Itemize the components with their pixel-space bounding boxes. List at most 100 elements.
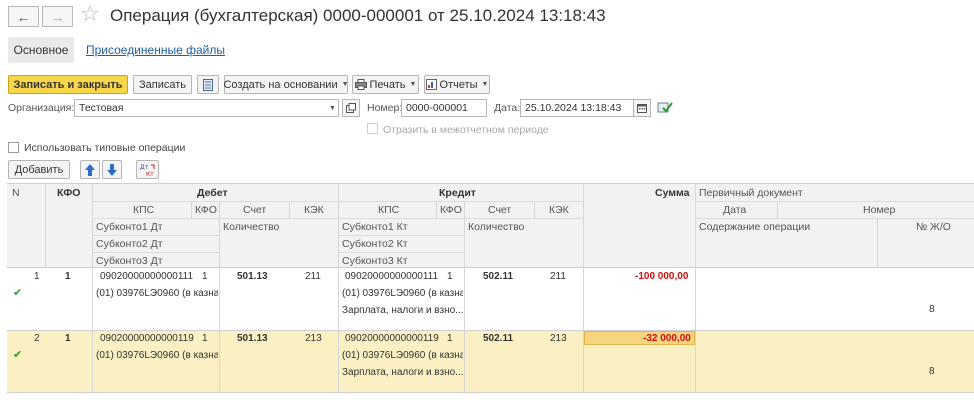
col-sub2-dt-header[interactable]: Субконто2 Дт xyxy=(96,238,163,250)
row-kt-sub1: (01) 03976LЭ0960 (в казна... xyxy=(342,350,463,361)
col-dt-account-header[interactable]: Счет xyxy=(243,204,266,216)
col-content-header[interactable]: Содержание операции xyxy=(699,221,810,233)
calendar-icon xyxy=(637,104,647,113)
calendar-button[interactable] xyxy=(633,99,651,117)
check-mark-button[interactable] xyxy=(657,100,673,117)
chevron-down-icon: ▼ xyxy=(409,81,417,88)
create-based-on-button[interactable]: Создать на основании ▼ xyxy=(223,75,349,94)
posted-check-icon: ✔ xyxy=(13,287,23,299)
typical-operations-checkbox[interactable] xyxy=(8,142,19,153)
print-button[interactable]: Печать ▼ xyxy=(352,75,419,94)
col-sub2-kt-header[interactable]: Субконто2 Кт xyxy=(342,238,408,250)
organization-input[interactable]: Тестовая xyxy=(74,99,339,117)
col-dt-kek-header[interactable]: КЭК xyxy=(304,204,324,216)
svg-text:Дт: Дт xyxy=(140,164,149,171)
col-date-header[interactable]: Дата xyxy=(723,204,746,216)
row-kt-sub2: Зарплата, налоги и взно... xyxy=(342,305,463,316)
col-debit-header[interactable]: Дебет xyxy=(197,187,228,199)
row-dt-kps: 09020000000000111 xyxy=(100,271,194,282)
print-label: Печать xyxy=(369,78,406,91)
posting-check-icon xyxy=(657,102,673,113)
posted-check-icon: ✔ xyxy=(13,349,23,361)
col-kt-kps-header[interactable]: КПС xyxy=(378,204,399,216)
number-input[interactable]: 0000-000001 xyxy=(401,99,487,117)
printer-icon xyxy=(354,79,367,90)
row-kt-account: 502.11 xyxy=(483,271,514,282)
svg-text:Кт: Кт xyxy=(146,171,154,177)
col-kt-qty-header[interactable]: Количество xyxy=(468,221,524,233)
col-kt-account-header[interactable]: Счет xyxy=(488,204,511,216)
chevron-down-icon: ▼ xyxy=(341,81,349,88)
row-dt-kek: 213 xyxy=(305,333,322,344)
row-n: 1 xyxy=(34,271,40,282)
back-button[interactable]: ← xyxy=(8,6,39,27)
list-icon xyxy=(203,78,213,91)
list-button[interactable] xyxy=(197,75,219,94)
number-label: Номер: xyxy=(367,102,403,114)
arrow-right-icon: → xyxy=(50,8,65,25)
col-journal-header[interactable]: № Ж/О xyxy=(916,221,951,233)
col-primary-doc-header[interactable]: Первичный документ xyxy=(699,187,803,199)
organization-dropdown-button[interactable]: ▼ xyxy=(325,99,340,117)
col-n-header[interactable]: N xyxy=(12,187,20,199)
swap-debit-credit-button[interactable]: Дт Кт xyxy=(136,160,159,179)
date-value: 25.10.2024 13:18:43 xyxy=(525,102,622,114)
dt-kt-swap-icon: Дт Кт xyxy=(140,164,154,177)
col-dt-kps-header[interactable]: КПС xyxy=(133,204,154,216)
row-kt-kps: 09020000000000119 xyxy=(345,333,439,344)
row-dt-kek: 211 xyxy=(305,271,321,282)
col-dt-kfo-header[interactable]: КФО xyxy=(195,204,217,216)
date-input[interactable]: 25.10.2024 13:18:43 xyxy=(520,99,634,117)
col-sub1-dt-header[interactable]: Субконто1 Дт xyxy=(96,221,163,233)
col-credit-header[interactable]: Кредит xyxy=(439,187,476,199)
report-icon xyxy=(425,79,437,90)
star-icon[interactable]: ☆ xyxy=(80,3,100,25)
row-sum: -32 000,00 xyxy=(643,333,691,344)
col-kfo-header[interactable]: КФО xyxy=(57,187,80,199)
col-sub3-dt-header[interactable]: Субконто3 Дт xyxy=(96,255,163,267)
row-kt-kfo: 1 xyxy=(447,333,453,344)
interbranch-label: Отразить в межотчетном периоде xyxy=(383,124,549,136)
row-kt-kfo: 1 xyxy=(447,271,453,282)
organization-value: Тестовая xyxy=(79,102,124,114)
add-button[interactable]: Добавить xyxy=(8,160,70,179)
row-kt-account: 502.11 xyxy=(483,333,514,344)
row-dt-kps: 09020000000000119 xyxy=(100,333,194,344)
move-up-button[interactable] xyxy=(80,160,100,179)
row-kt-kek: 211 xyxy=(550,271,566,282)
row-journal-no: 8 xyxy=(929,366,935,377)
tab-attached-files[interactable]: Присоединенные файлы xyxy=(86,43,225,57)
row-dt-sub1: (01) 03976LЭ0960 (в казна... xyxy=(96,288,218,299)
tab-main[interactable]: Основное xyxy=(8,37,74,63)
row-kfo: 1 xyxy=(65,271,71,282)
col-dt-qty-header[interactable]: Количество xyxy=(223,221,279,233)
move-down-button[interactable] xyxy=(102,160,122,179)
row-journal-no: 8 xyxy=(929,304,935,315)
arrow-down-icon xyxy=(107,163,117,176)
reports-label: Отчеты xyxy=(439,78,478,91)
chevron-down-icon: ▼ xyxy=(481,81,489,88)
col-sub1-kt-header[interactable]: Субконто1 Кт xyxy=(342,221,408,233)
typical-operations-label: Использовать типовые операции xyxy=(24,142,186,154)
row-kt-kps: 09020000000000111 xyxy=(345,271,439,282)
forward-button[interactable]: → xyxy=(42,6,73,27)
reports-button[interactable]: Отчеты ▼ xyxy=(424,75,490,94)
organization-label: Организация: xyxy=(8,102,75,114)
date-label: Дата: xyxy=(494,102,521,114)
create-based-on-label: Создать на основании xyxy=(223,78,338,91)
number-value: 0000-000001 xyxy=(406,102,468,114)
interbranch-checkbox[interactable] xyxy=(367,123,378,134)
col-kt-kek-header[interactable]: КЭК xyxy=(549,204,569,216)
col-kt-kfo-header[interactable]: КФО xyxy=(440,204,462,216)
row-dt-sub1: (01) 03976LЭ0960 (в казна... xyxy=(96,350,218,361)
col-sum-header[interactable]: Сумма xyxy=(655,187,690,199)
save-button[interactable]: Записать xyxy=(133,75,192,94)
row-kfo: 1 xyxy=(65,333,71,344)
row-dt-account: 501.13 xyxy=(237,271,268,282)
col-sub3-kt-header[interactable]: Субконто3 Кт xyxy=(342,255,408,267)
save-and-close-button[interactable]: Записать и закрыть xyxy=(8,75,128,94)
row-dt-kfo: 1 xyxy=(202,333,208,344)
organization-open-button[interactable] xyxy=(342,99,360,117)
entries-table: N КФО Дебет Кредит Сумма Первичный докум… xyxy=(7,183,974,404)
col-number-header[interactable]: Номер xyxy=(863,204,895,216)
